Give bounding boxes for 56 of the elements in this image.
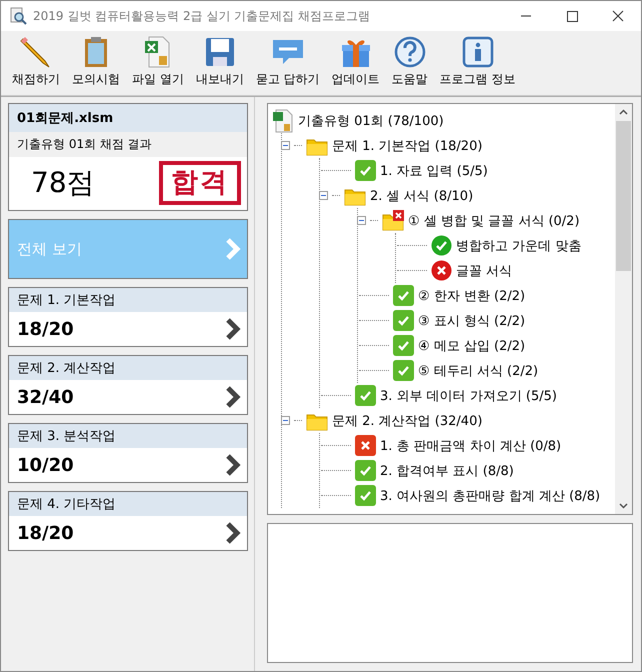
tree-item[interactable]: ⑤ 테두리 서식 (2/2) (418, 362, 538, 380)
chevron-right-icon (225, 453, 241, 477)
chevron-right-icon (225, 237, 241, 261)
file-name: 01회문제.xlsm (9, 104, 247, 132)
tree-item[interactable]: 문제 2. 계산작업 (32/40) (332, 412, 482, 430)
collapse-icon[interactable] (319, 191, 328, 200)
tree-item[interactable]: 병합하고 가운데 맞춤 (456, 236, 582, 254)
toolbar-button[interactable]: 업데이트 (326, 35, 385, 93)
total-score: 78점 (31, 165, 95, 201)
collapse-icon[interactable] (281, 416, 290, 425)
section-score: 18/20 (17, 522, 74, 544)
section-card[interactable]: 문제 1. 기본작업 18/20 (8, 287, 248, 347)
app-icon (9, 7, 27, 25)
section-card[interactable]: 문제 3. 분석작업 10/20 (8, 423, 248, 483)
tree-item[interactable]: 2. 셀 서식 (8/10) (370, 186, 474, 204)
spreadsheet-file-icon (272, 108, 294, 132)
toolbar-button[interactable]: 프로그램 정보 (434, 35, 520, 93)
tree-item[interactable]: 1. 총 판매금액 차이 계산 (0/8) (380, 436, 562, 454)
vertical-scrollbar[interactable] (615, 104, 632, 514)
tree-item[interactable]: 3. 여사원의 총판매량 합계 계산 (8/8) (380, 486, 600, 504)
toolbar-button[interactable]: 묻고 답하기 (250, 35, 325, 93)
section-title: 문제 3. 분석작업 (9, 424, 247, 448)
section-card[interactable]: 문제 2. 계산작업 32/40 (8, 355, 248, 415)
chevron-right-icon (225, 385, 241, 409)
tree-item[interactable]: 1. 자료 입력 (5/5) (380, 162, 488, 180)
info-icon (460, 35, 495, 69)
toolbar-button[interactable]: 모의시험 (67, 35, 125, 93)
pass-stamp: 합격 (159, 161, 241, 205)
section-title: 문제 4. 기타작업 (9, 492, 247, 516)
section-title: 문제 1. 기본작업 (9, 288, 247, 312)
tree-item[interactable]: 글꼴 서식 (456, 262, 512, 280)
collapse-icon[interactable] (281, 141, 290, 150)
section-title: 문제 2. 계산작업 (9, 356, 247, 380)
window-title: 2019 길벗 컴퓨터활용능력 2급 실기 기출문제집 채점프로그램 (33, 8, 372, 24)
toolbar-button[interactable]: 채점하기 (7, 35, 65, 93)
tree-item[interactable]: ③ 표시 형식 (2/2) (418, 312, 526, 330)
result-subtitle: 기출유형 01회 채점 결과 (9, 132, 247, 157)
section-score: 32/40 (17, 386, 74, 408)
tree-item[interactable]: 문제 1. 기본작업 (18/20) (332, 136, 482, 154)
section-score: 18/20 (17, 318, 74, 340)
tree-item[interactable]: 기출유형 01회 (78/100) (298, 112, 444, 130)
toolbar-button[interactable]: 파일 열기 (127, 35, 189, 93)
tree-item[interactable]: ② 한자 변환 (2/2) (418, 286, 526, 304)
section-score: 10/20 (17, 454, 74, 476)
toolbar-button[interactable]: 도움말 (386, 35, 433, 93)
tree-item[interactable]: ① 셀 병합 및 글꼴 서식 (0/2) (408, 212, 580, 230)
tree-item[interactable]: ④ 메모 삽입 (2/2) (418, 336, 526, 354)
tree-item[interactable]: 3. 외부 데이터 가져오기 (5/5) (380, 386, 557, 404)
scrollbar-thumb[interactable] (616, 121, 631, 271)
chevron-right-icon (225, 317, 241, 341)
toolbar-button[interactable]: 내보내기 (190, 35, 249, 93)
tree-item[interactable]: 2. 합격여부 표시 (8/8) (380, 462, 514, 480)
section-card[interactable]: 문제 4. 기타작업 18/20 (8, 491, 248, 551)
chevron-right-icon (225, 521, 241, 545)
collapse-icon[interactable] (357, 216, 366, 225)
help-icon (392, 35, 427, 69)
